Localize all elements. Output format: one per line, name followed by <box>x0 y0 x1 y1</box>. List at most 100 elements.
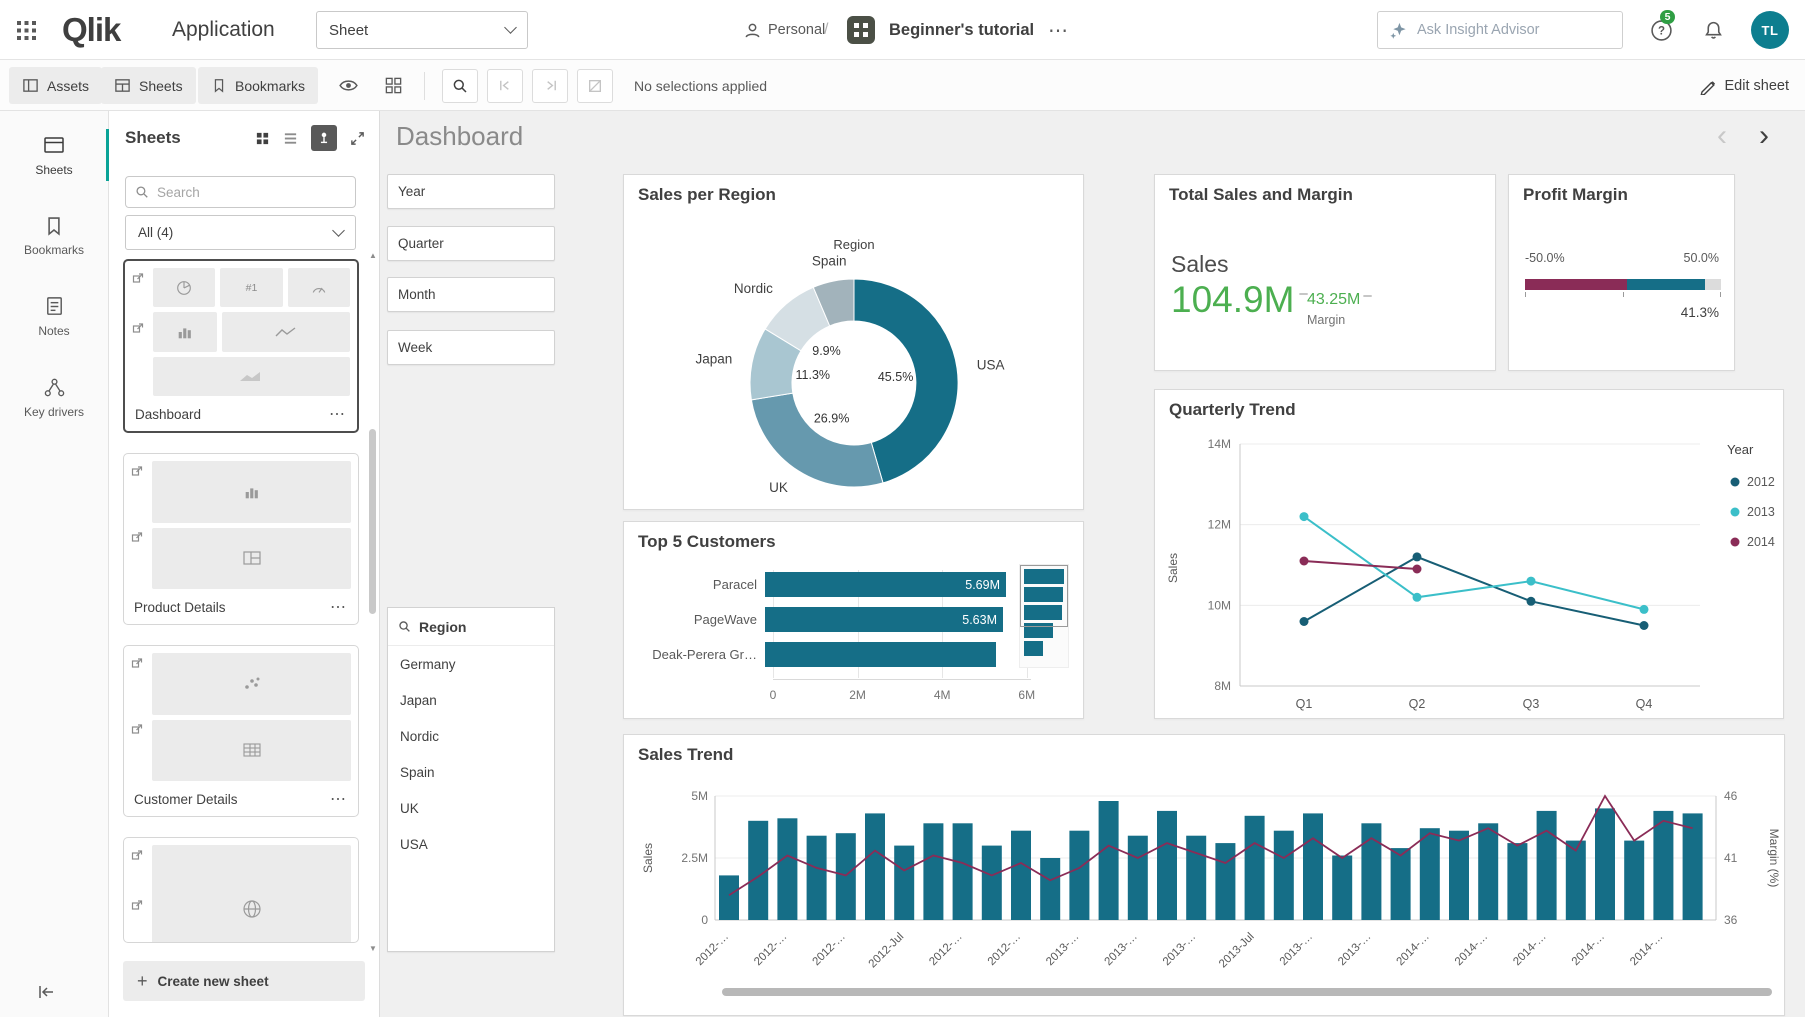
sheets-panel-title: Sheets <box>125 128 181 148</box>
next-sheet-button[interactable]: › <box>1759 119 1769 153</box>
filter-year[interactable]: Year <box>387 174 555 209</box>
grid-view-icon[interactable] <box>255 131 270 146</box>
sheet-thumbnail <box>129 459 353 591</box>
help-button[interactable]: ? 5 <box>1650 0 1673 60</box>
sales-trend-combo-chart[interactable]: 02.5M5M3641462012-…2012-…2012-…2012-Jul2… <box>624 769 1784 1015</box>
sheets-scrollbar[interactable]: ▲ ▼ <box>368 251 378 953</box>
sheet-card-menu[interactable]: ⋯ <box>329 404 347 424</box>
insight-advisor-input[interactable] <box>1417 22 1611 38</box>
chart-title: Sales per Region <box>638 185 776 205</box>
kpi-secondary-label: Margin <box>1307 313 1372 327</box>
layout-button[interactable] <box>384 60 403 111</box>
assets-panel-icon <box>22 77 39 94</box>
export-icon <box>131 657 143 669</box>
sheet-search-input[interactable] <box>157 185 346 200</box>
preview-button[interactable] <box>338 60 359 111</box>
export-icon <box>131 723 143 735</box>
bar-row[interactable]: PageWave5.63M <box>638 607 1069 632</box>
eye-icon <box>338 75 359 96</box>
sheet-selector[interactable]: Sheet <box>316 0 528 60</box>
svg-text:14M: 14M <box>1208 437 1231 451</box>
notifications-button[interactable] <box>1703 0 1724 60</box>
scrollbar-thumb[interactable] <box>369 429 376 614</box>
svg-text:Japan: Japan <box>696 351 733 366</box>
create-new-sheet-button[interactable]: + Create new sheet <box>123 961 365 1001</box>
region-item-germany[interactable]: Germany <box>388 646 554 682</box>
chart-title: Sales Trend <box>638 745 733 765</box>
sheet-list: #1 <box>109 259 369 947</box>
sales-per-region-donut-chart[interactable]: USA45.5%UK26.9%Japan11.3%Nordic9.9%Spain… <box>624 215 1083 507</box>
rail-item-bookmarks[interactable]: Bookmarks <box>0 215 108 257</box>
smart-search-button[interactable] <box>442 69 478 103</box>
svg-text:46: 46 <box>1724 789 1738 803</box>
sheet-name: Product Details <box>134 600 226 615</box>
sheet-card-dashboard[interactable]: #1 <box>123 259 359 433</box>
svg-text:2014-…: 2014-… <box>1394 931 1431 968</box>
collapse-panel-button[interactable] <box>36 983 56 1001</box>
sheets-button[interactable]: Sheets <box>101 67 196 104</box>
card-top5-customers: Top 5 Customers Paracel5.69MPageWave5.63… <box>623 521 1084 719</box>
personal-menu[interactable]: Personal <box>744 0 825 60</box>
bookmarks-button[interactable]: Bookmarks <box>198 67 318 104</box>
quarterly-trend-line-chart[interactable]: 8M10M12M14MQ1Q2Q3Q4SalesYear201220132014 <box>1155 428 1783 718</box>
horizontal-scrollbar[interactable] <box>722 988 1772 996</box>
filter-month[interactable]: Month <box>387 277 555 312</box>
scroll-down-icon[interactable]: ▼ <box>368 944 378 953</box>
rail-item-sheets[interactable]: Sheets <box>0 133 108 177</box>
top5-customers-bar-chart[interactable]: Paracel5.69M PageWave5.63M Deak-Perera Gr…… <box>638 562 1069 710</box>
svg-text:2014-…: 2014-… <box>1453 931 1490 968</box>
region-item-uk[interactable]: UK <box>388 790 554 826</box>
edit-sheet-button[interactable]: Edit sheet <box>1699 77 1790 95</box>
qlik-logo[interactable]: Qlik <box>62 0 120 60</box>
sheet-card-partial[interactable] <box>123 837 359 943</box>
sheet-search[interactable] <box>125 176 356 208</box>
sheet-filter-dropdown[interactable]: All (4) <box>125 215 356 250</box>
globe-icon <box>152 845 351 943</box>
chart-scroll-preview[interactable] <box>1019 564 1069 668</box>
app-launcher-button[interactable] <box>16 0 37 60</box>
svg-text:Q2: Q2 <box>1409 697 1426 711</box>
region-item-spain[interactable]: Spain <box>388 754 554 790</box>
region-item-japan[interactable]: Japan <box>388 682 554 718</box>
bookmark-icon <box>43 215 65 237</box>
filter-quarter[interactable]: Quarter <box>387 226 555 261</box>
sheet-card-customer-details[interactable]: Customer Details ⋯ <box>123 645 359 817</box>
bar[interactable] <box>765 642 996 667</box>
gauge-ticks <box>1525 292 1721 297</box>
svg-text:2012-…: 2012-… <box>810 931 847 968</box>
bar-category-label: Deak-Perera Gr… <box>638 647 765 662</box>
user-avatar[interactable]: TL <box>1751 0 1789 60</box>
list-view-icon[interactable] <box>283 131 298 146</box>
app-icon <box>846 0 876 60</box>
pin-icon <box>317 131 331 145</box>
rail-item-key-drivers[interactable]: Key drivers <box>0 376 108 419</box>
region-item-nordic[interactable]: Nordic <box>388 718 554 754</box>
bar[interactable]: 5.69M <box>765 572 1006 597</box>
bar-row[interactable]: Deak-Perera Gr… <box>638 642 1069 667</box>
card-total-sales-margin: Total Sales and Margin Sales 104.9M– 43.… <box>1154 174 1496 371</box>
sheet-card-menu[interactable]: ⋯ <box>330 789 348 809</box>
app-title[interactable]: Beginner's tutorial <box>889 0 1034 60</box>
scroll-up-icon[interactable]: ▲ <box>368 251 378 260</box>
profit-margin-gauge[interactable] <box>1525 279 1721 290</box>
scatter-chart-icon <box>152 653 351 715</box>
region-listbox-header[interactable]: Region <box>388 608 554 646</box>
sheet-card-product-details[interactable]: Product Details ⋯ <box>123 453 359 625</box>
rail-item-notes[interactable]: Notes <box>0 295 108 338</box>
region-item-usa[interactable]: USA <box>388 826 554 862</box>
svg-text:2014: 2014 <box>1747 535 1775 549</box>
svg-text:2013-…: 2013-… <box>1102 931 1139 968</box>
insight-advisor[interactable] <box>1377 0 1623 60</box>
toolbar-divider <box>424 72 425 100</box>
app-more-menu[interactable]: ⋯ <box>1048 0 1070 60</box>
filter-week[interactable]: Week <box>387 330 555 365</box>
previous-sheet-button: ‹ <box>1717 119 1727 153</box>
bar-row[interactable]: Paracel5.69M <box>638 572 1069 597</box>
sheet-card-menu[interactable]: ⋯ <box>330 597 348 617</box>
bar[interactable]: 5.63M <box>765 607 1003 632</box>
assets-button[interactable]: Assets <box>9 67 102 104</box>
expand-icon[interactable] <box>350 131 365 146</box>
pin-panel-button[interactable] <box>311 125 337 151</box>
sparkle-icon <box>1389 21 1408 40</box>
table-icon <box>152 720 351 782</box>
